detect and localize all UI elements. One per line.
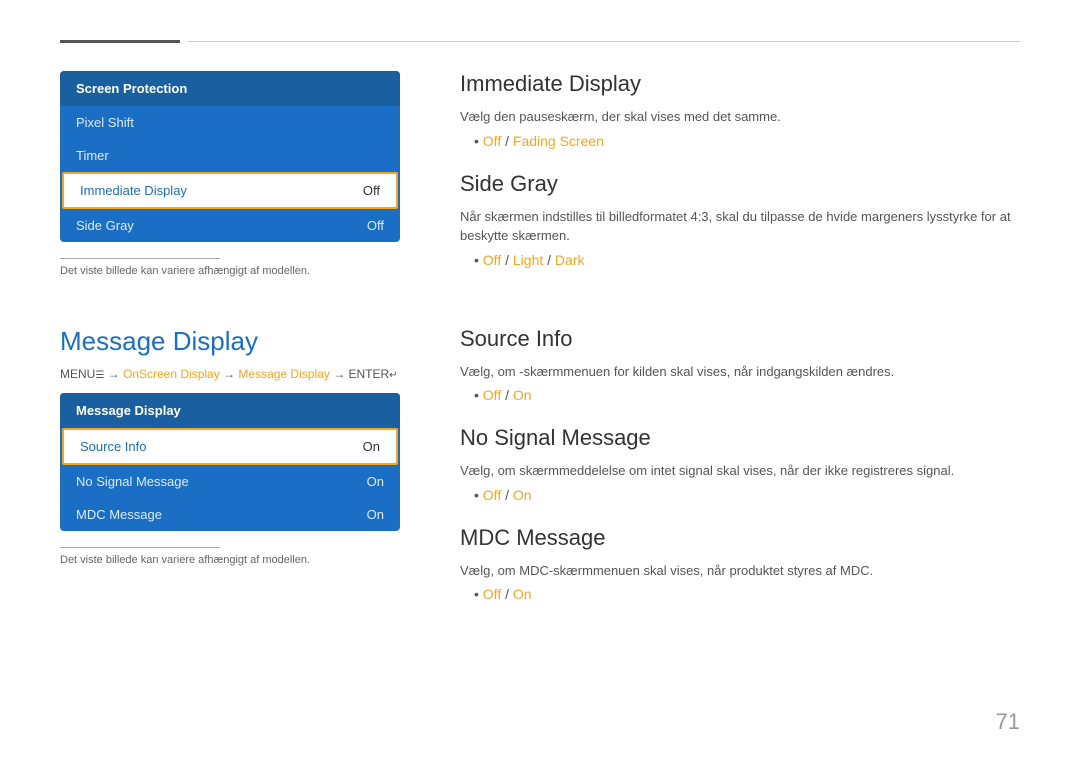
top-section: Screen Protection Pixel Shift Timer Imme… xyxy=(60,71,1020,290)
message-display-big-title: Message Display xyxy=(60,326,400,357)
side-gray-section: Side Gray Når skærmen indstilles til bil… xyxy=(460,171,1020,268)
mdc-message-title: MDC Message xyxy=(460,525,1020,551)
note-divider-top xyxy=(60,258,220,259)
immediate-display-section: Immediate Display Vælg den pauseskærm, d… xyxy=(460,71,1020,149)
option-light: Light xyxy=(513,252,543,268)
side-gray-body: Når skærmen indstilles til billedformate… xyxy=(460,207,1020,246)
option-off: Off xyxy=(483,387,501,403)
menu-item-value: On xyxy=(363,439,380,454)
menu-item-pixel-shift[interactable]: Pixel Shift xyxy=(60,106,400,139)
bullet-item: Off / On xyxy=(474,487,1020,503)
menu-item-source-info[interactable]: Source Info On xyxy=(62,428,398,465)
menu-path: MENU☰ → OnScreen Display → Message Displ… xyxy=(60,367,400,381)
option-fading-screen: Fading Screen xyxy=(513,133,604,149)
source-info-bullets: Off / On xyxy=(460,387,1020,403)
screen-protection-right: Immediate Display Vælg den pauseskærm, d… xyxy=(440,71,1020,290)
page-container: Screen Protection Pixel Shift Timer Imme… xyxy=(0,0,1080,763)
menu-item-label: Side Gray xyxy=(76,218,134,233)
option-off: Off xyxy=(483,487,501,503)
option-off: Off xyxy=(483,252,501,268)
source-info-section: Source Info Vælg, om -skærmmenuen for ki… xyxy=(460,326,1020,404)
top-dividers xyxy=(60,40,1020,43)
bullet-item: Off / Fading Screen xyxy=(474,133,1020,149)
no-signal-body: Vælg, om skærmmeddelelse om intet signal… xyxy=(460,461,1020,481)
menu-item-mdc-message[interactable]: MDC Message On xyxy=(60,498,400,531)
option-on: On xyxy=(513,487,532,503)
menu-item-timer[interactable]: Timer xyxy=(60,139,400,172)
bottom-content: Message Display MENU☰ → OnScreen Display… xyxy=(60,326,1020,625)
message-display-menu-header: Message Display xyxy=(60,393,400,428)
menu-item-side-gray[interactable]: Side Gray Off xyxy=(60,209,400,242)
immediate-display-body: Vælg den pauseskærm, der skal vises med … xyxy=(460,107,1020,127)
menu-item-value: On xyxy=(367,507,384,522)
menu-item-label: Source Info xyxy=(80,439,147,454)
no-signal-bullets: Off / On xyxy=(460,487,1020,503)
menu-item-value: Off xyxy=(367,218,384,233)
menu-item-immediate-display[interactable]: Immediate Display Off xyxy=(62,172,398,209)
menu-item-label: Timer xyxy=(76,148,109,163)
source-info-body: Vælg, om -skærmmenuen for kilden skal vi… xyxy=(460,362,1020,382)
menu-item-value: Off xyxy=(363,183,380,198)
bullet-item: Off / On xyxy=(474,387,1020,403)
source-info-title: Source Info xyxy=(460,326,1020,352)
menu-item-label: No Signal Message xyxy=(76,474,189,489)
mdc-message-body: Vælg, om MDC-skærmmenuen skal vises, når… xyxy=(460,561,1020,581)
menu-item-label: MDC Message xyxy=(76,507,162,522)
option-dark: Dark xyxy=(555,252,585,268)
immediate-display-bullets: Off / Fading Screen xyxy=(460,133,1020,149)
option-off: Off xyxy=(483,586,501,602)
menu-item-value: On xyxy=(367,474,384,489)
screen-protection-header: Screen Protection xyxy=(60,71,400,106)
mdc-message-section: MDC Message Vælg, om MDC-skærmmenuen ska… xyxy=(460,525,1020,603)
message-display-menu: Message Display Source Info On No Signal… xyxy=(60,393,400,531)
message-display-link: Message Display xyxy=(238,367,329,381)
option-off: Off xyxy=(483,133,501,149)
immediate-display-title: Immediate Display xyxy=(460,71,1020,97)
menu-item-no-signal[interactable]: No Signal Message On xyxy=(60,465,400,498)
page-number: 71 xyxy=(996,709,1020,735)
option-on: On xyxy=(513,586,532,602)
divider-long xyxy=(188,41,1020,42)
bullet-item: Off / On xyxy=(474,586,1020,602)
note-divider-bottom xyxy=(60,547,220,548)
mdc-message-bullets: Off / On xyxy=(460,586,1020,602)
option-on: On xyxy=(513,387,532,403)
screen-protection-left: Screen Protection Pixel Shift Timer Imme… xyxy=(60,71,440,290)
menu-item-label: Immediate Display xyxy=(80,183,187,198)
side-gray-bullets: Off / Light / Dark xyxy=(460,252,1020,268)
message-display-section: Message Display MENU☰ → OnScreen Display… xyxy=(60,326,1020,625)
onscreen-display-link: OnScreen Display xyxy=(123,367,220,381)
bullet-item: Off / Light / Dark xyxy=(474,252,1020,268)
message-display-left: Message Display MENU☰ → OnScreen Display… xyxy=(60,326,440,625)
note-top: Det viste billede kan variere afhængigt … xyxy=(60,265,400,277)
screen-protection-menu: Screen Protection Pixel Shift Timer Imme… xyxy=(60,71,400,242)
note-bottom: Det viste billede kan variere afhængigt … xyxy=(60,554,400,566)
menu-icon: MENU xyxy=(60,367,95,381)
message-display-right: Source Info Vælg, om -skærmmenuen for ki… xyxy=(440,326,1020,625)
side-gray-title: Side Gray xyxy=(460,171,1020,197)
no-signal-section: No Signal Message Vælg, om skærmmeddelel… xyxy=(460,425,1020,503)
divider-short xyxy=(60,40,180,43)
no-signal-title: No Signal Message xyxy=(460,425,1020,451)
menu-item-label: Pixel Shift xyxy=(76,115,134,130)
